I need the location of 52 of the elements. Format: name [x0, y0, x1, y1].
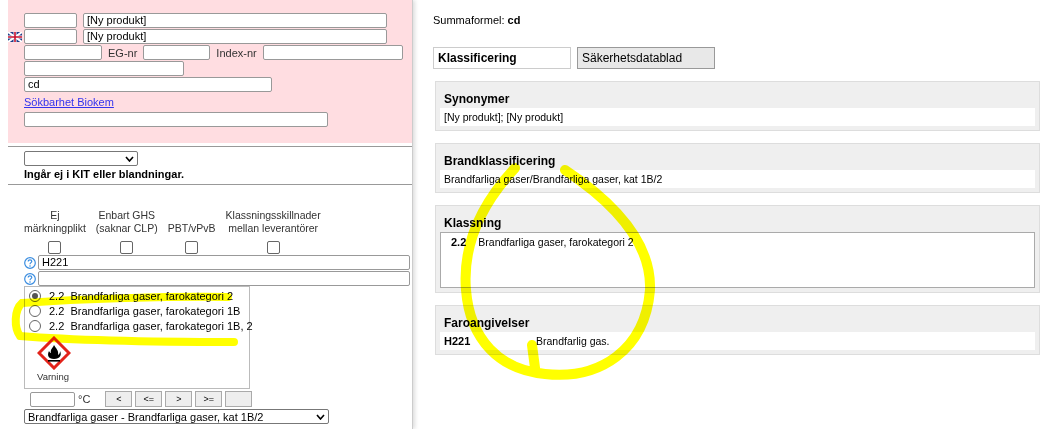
checkbox-label: Klassningsskillnader mellan leverantörer [225, 209, 321, 235]
text-field[interactable] [24, 112, 328, 127]
operator-button[interactable]: >= [195, 391, 223, 407]
section-title: Brandklassificering [443, 153, 557, 170]
checkbox-label: Enbart GHS (saknar CLP) [95, 209, 158, 235]
unit-label: °C [78, 393, 91, 405]
text-field[interactable] [24, 45, 102, 60]
formula-summary: Summaformel: cd [433, 14, 522, 26]
checkbox[interactable] [120, 241, 134, 254]
hazard-text: Brandfarlig gas. [536, 335, 610, 347]
flag-icon[interactable] [8, 32, 22, 42]
hazard-class-label: 2.2 Brandfarliga gaser, farokategori 1B, 2 [49, 320, 253, 332]
section-text: [Ny produkt]; [Ny produkt] [444, 111, 564, 123]
tab[interactable]: Klassificering [433, 47, 571, 69]
field-label: Index-nr [216, 46, 257, 59]
text-field[interactable] [24, 29, 77, 44]
name-field[interactable]: [Ny produkt] [83, 29, 387, 44]
blank-button[interactable] [225, 391, 253, 407]
class-code: 2.2 [451, 236, 467, 248]
checkbox[interactable] [185, 241, 199, 254]
temperature-field[interactable] [30, 391, 75, 407]
operator-button[interactable]: <= [135, 391, 163, 407]
chevron-icon [316, 413, 325, 420]
text-field[interactable] [24, 61, 184, 76]
formula-field[interactable]: cd [24, 77, 272, 92]
hazard-class-label: 2.2 Brandfarliga gaser, farokategori 1B [49, 305, 241, 317]
fire-class-dropdown[interactable]: Brandfarliga gaser - Brandfarliga gaser, kat 1B/2 [24, 409, 329, 424]
help-icon[interactable] [24, 256, 36, 269]
checkbox-label: Ej märkningplikt [24, 209, 86, 235]
tab[interactable]: Säkerhetsdatablad [577, 47, 715, 69]
name-field[interactable]: [Ny produkt] [83, 13, 387, 28]
radio-button[interactable] [29, 320, 41, 332]
field-label: EG-nr [108, 46, 138, 59]
checkbox[interactable] [266, 241, 280, 254]
operator-button[interactable]: > [165, 391, 193, 407]
chevron-icon [125, 155, 134, 162]
dropdown[interactable] [24, 151, 138, 166]
index-number-field[interactable] [262, 45, 403, 60]
eg-number-field[interactable] [143, 45, 211, 60]
checkbox-label: PBT/vPvB [167, 222, 216, 235]
hazard-statement-field[interactable]: H221 [38, 255, 410, 270]
section-title: Synonymer [443, 91, 511, 108]
kit-note: Ingår ej i KIT eller blandningar. [24, 168, 186, 180]
help-icon[interactable] [24, 272, 36, 285]
class-text: Brandfarliga gaser, farokategori 2 [478, 236, 634, 248]
operator-button[interactable]: < [105, 391, 133, 407]
text-field[interactable] [38, 271, 410, 286]
pictogram-caption: Varning [37, 371, 71, 382]
checkbox[interactable] [48, 241, 62, 254]
text-field[interactable] [24, 13, 77, 28]
hazard-code: H221 [444, 335, 472, 347]
search-link[interactable]: Sökbarhet Biokem [24, 96, 412, 108]
